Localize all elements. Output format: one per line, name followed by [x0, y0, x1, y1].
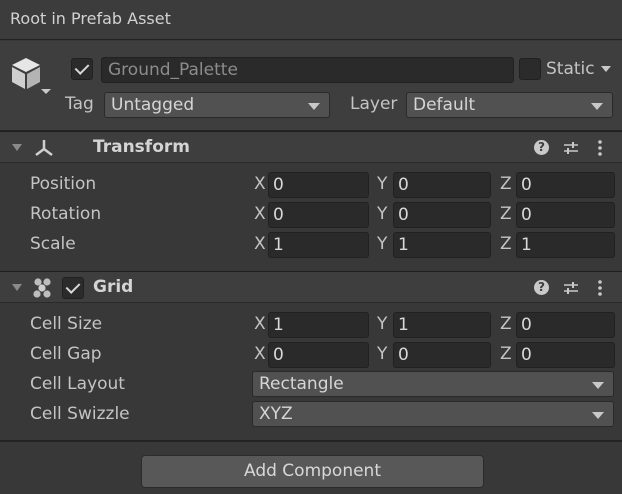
layer-value: Default	[413, 95, 476, 115]
grid-body: Cell Size X 1 Y 1 Z 0 Cell Gap X 0 Y 0 Z…	[0, 303, 622, 439]
axis-x-label[interactable]: X	[254, 314, 266, 334]
rotation-z-field[interactable]: 0	[516, 202, 615, 228]
presets-icon[interactable]	[563, 140, 579, 156]
tag-label: Tag	[65, 94, 94, 114]
cell-size-label: Cell Size	[30, 314, 103, 334]
axis-y-label[interactable]: Y	[377, 234, 387, 254]
position-x-field[interactable]: 0	[268, 172, 369, 198]
axis-z-label[interactable]: Z	[500, 344, 512, 364]
axis-x-label[interactable]: X	[254, 234, 266, 254]
grid-dots-icon	[33, 278, 51, 298]
position-z-field[interactable]: 0	[516, 172, 615, 198]
chevron-down-icon	[591, 103, 603, 110]
transform-component-header[interactable]: Transform ?	[0, 131, 622, 163]
cell-gap-z-field[interactable]: 0	[516, 342, 615, 368]
foldout-arrow-icon[interactable]	[12, 144, 22, 151]
axis-x-label[interactable]: X	[254, 344, 266, 364]
context-menu-icon[interactable]	[597, 279, 603, 297]
chevron-down-icon	[592, 412, 604, 419]
tag-value: Untagged	[111, 95, 195, 115]
scale-y-field[interactable]: 1	[393, 232, 491, 258]
axis-y-label[interactable]: Y	[377, 174, 387, 194]
layer-dropdown[interactable]: Default	[406, 92, 613, 118]
axis-z-label[interactable]: Z	[500, 234, 512, 254]
axis-x-label[interactable]: X	[254, 204, 266, 224]
rotation-x-field[interactable]: 0	[268, 202, 369, 228]
inspector-title: Root in Prefab Asset	[10, 9, 171, 28]
rotation-y-field[interactable]: 0	[393, 202, 491, 228]
presets-icon[interactable]	[563, 280, 579, 296]
cell-gap-label: Cell Gap	[30, 344, 102, 364]
axis-y-label[interactable]: Y	[377, 314, 387, 334]
static-dropdown-icon[interactable]	[601, 66, 611, 72]
grid-title: Grid	[93, 277, 134, 297]
cell-swizzle-dropdown[interactable]: XYZ	[252, 401, 614, 427]
static-checkbox[interactable]	[519, 58, 541, 80]
context-menu-icon[interactable]	[597, 139, 603, 157]
gameobject-name-field[interactable]: Ground_Palette	[101, 57, 514, 83]
add-component-button[interactable]: Add Component	[141, 455, 484, 488]
help-icon[interactable]: ?	[534, 280, 549, 295]
scale-x-field[interactable]: 1	[268, 232, 369, 258]
component-separator	[0, 440, 622, 442]
transform-title: Transform	[93, 137, 190, 157]
cell-size-z-field[interactable]: 0	[516, 312, 615, 338]
chevron-down-icon	[592, 382, 604, 389]
transform-body: Position X 0 Y 0 Z 0 Rotation X 0 Y 0 Z …	[0, 163, 622, 269]
cell-swizzle-label: Cell Swizzle	[30, 404, 130, 424]
axis-z-label[interactable]: Z	[500, 314, 512, 334]
transform-axes-icon	[35, 140, 53, 156]
cell-swizzle-value: XYZ	[259, 404, 293, 424]
axis-z-label[interactable]: Z	[500, 204, 512, 224]
position-y-field[interactable]: 0	[393, 172, 491, 198]
cube-icon[interactable]	[10, 54, 54, 100]
cell-gap-y-field[interactable]: 0	[393, 342, 491, 368]
inspector-title-bar: Root in Prefab Asset	[0, 0, 622, 40]
cell-size-x-field[interactable]: 1	[268, 312, 369, 338]
cell-gap-x-field[interactable]: 0	[268, 342, 369, 368]
grid-component-header[interactable]: Grid ?	[0, 271, 622, 303]
position-label: Position	[30, 174, 97, 194]
layer-label: Layer	[350, 94, 398, 114]
scale-label: Scale	[30, 234, 76, 254]
foldout-arrow-icon[interactable]	[12, 284, 22, 291]
rotation-label: Rotation	[30, 204, 102, 224]
chevron-down-icon	[308, 103, 320, 110]
gameobject-active-checkbox[interactable]	[71, 58, 93, 80]
cell-size-y-field[interactable]: 1	[393, 312, 491, 338]
static-label[interactable]: Static	[546, 59, 595, 79]
grid-enabled-checkbox[interactable]	[62, 277, 84, 299]
axis-y-label[interactable]: Y	[377, 344, 387, 364]
tag-dropdown[interactable]: Untagged	[104, 92, 330, 118]
cell-layout-label: Cell Layout	[30, 374, 125, 394]
help-icon[interactable]: ?	[534, 140, 549, 155]
axis-z-label[interactable]: Z	[500, 174, 512, 194]
axis-y-label[interactable]: Y	[377, 204, 387, 224]
scale-z-field[interactable]: 1	[516, 232, 615, 258]
cell-layout-value: Rectangle	[259, 374, 344, 394]
axis-x-label[interactable]: X	[254, 174, 266, 194]
cell-layout-dropdown[interactable]: Rectangle	[252, 371, 614, 397]
